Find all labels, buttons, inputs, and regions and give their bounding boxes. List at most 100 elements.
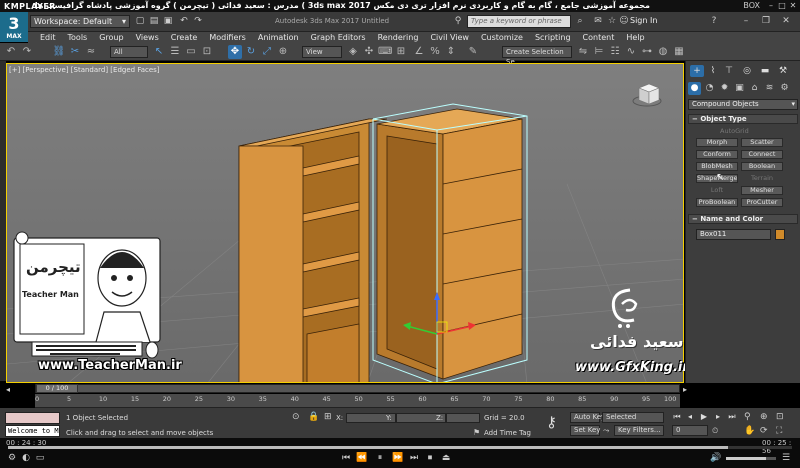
player-menu-icon[interactable]: ☰	[780, 452, 792, 464]
pivot-center-icon[interactable]: ◈	[346, 45, 360, 59]
workspace-selector[interactable]: Workspace: Default	[30, 15, 130, 28]
select-and-rotate-icon[interactable]: ↻	[244, 45, 258, 59]
boolean-button[interactable]: Boolean	[741, 162, 783, 171]
player-prev-icon[interactable]: ⏮	[340, 452, 352, 464]
time-slider-track[interactable]	[35, 384, 680, 393]
player-rewind-icon[interactable]: ⏪	[356, 452, 368, 464]
helpers-icon[interactable]: ⌂	[748, 82, 761, 95]
add-time-tag[interactable]: Add Time Tag	[484, 429, 531, 437]
player-eject-icon[interactable]: ⏏	[440, 452, 452, 464]
modify-tab-icon[interactable]: ⌇	[706, 65, 720, 77]
unlink-icon[interactable]: ✂	[68, 45, 82, 59]
maximize-icon[interactable]: □	[777, 1, 787, 11]
previous-frame-icon[interactable]: ◂	[685, 411, 695, 422]
menu-group[interactable]: Group	[99, 33, 123, 42]
morph-button[interactable]: Morph	[696, 138, 738, 147]
space-warps-icon[interactable]: ≋	[763, 82, 776, 95]
menu-customize[interactable]: Customize	[481, 33, 523, 42]
help-icon[interactable]: ?	[708, 15, 720, 27]
max-restore-icon[interactable]: ❐	[760, 15, 772, 27]
rectangular-selection-icon[interactable]: ▭	[184, 45, 198, 59]
display-tab-icon[interactable]: ▬	[758, 65, 772, 77]
player-next-icon[interactable]: ⏭	[408, 452, 420, 464]
edit-named-selection-icon[interactable]: ✎	[466, 45, 480, 59]
autogrid-checkbox[interactable]: AutoGrid	[720, 127, 749, 135]
conform-button[interactable]: Conform	[696, 150, 738, 159]
default-in-out-icon[interactable]: ⤳	[603, 426, 609, 436]
procutter-button[interactable]: ProCutter	[741, 198, 783, 207]
menu-create[interactable]: Create	[171, 33, 198, 42]
max-minimize-icon[interactable]: –	[740, 15, 752, 27]
blobmesh-button[interactable]: BlobMesh	[696, 162, 738, 171]
z-coordinate-field[interactable]	[446, 413, 480, 423]
set-key-icon[interactable]: ⚷	[546, 413, 557, 431]
key-filters-button[interactable]: Key Filters...	[614, 425, 664, 436]
scatter-button[interactable]: Scatter	[741, 138, 783, 147]
percent-snap-icon[interactable]: %	[428, 45, 442, 59]
snaps-toggle-icon[interactable]: ⊞	[394, 45, 408, 59]
object-name-field[interactable]: Box011	[696, 229, 771, 240]
motion-tab-icon[interactable]: ◎	[740, 65, 754, 77]
mirror-icon[interactable]: ⇋	[576, 45, 590, 59]
connect-button[interactable]: Connect	[741, 150, 783, 159]
save-file-icon[interactable]: ▣	[162, 15, 174, 27]
viewport-label[interactable]: [+] [Perspective] [Standard] [Edged Face…	[9, 66, 160, 74]
select-by-name-icon[interactable]: ☰	[168, 45, 182, 59]
name-and-color-rollout[interactable]: Name and Color	[688, 214, 798, 224]
reference-coordinate-dropdown[interactable]: View	[302, 46, 342, 58]
bind-space-warp-icon[interactable]: ≈	[84, 45, 98, 59]
object-color-swatch[interactable]	[775, 229, 785, 240]
orbit-icon[interactable]: ⟳	[760, 426, 768, 436]
auto-key-button[interactable]: Auto Key	[570, 412, 605, 423]
render-setup-icon[interactable]: ▦	[672, 45, 686, 59]
menu-views[interactable]: Views	[136, 33, 159, 42]
spinner-snap-icon[interactable]: ⇕	[444, 45, 458, 59]
current-frame-field[interactable]: 0	[672, 425, 708, 436]
material-editor-icon[interactable]: ◍	[656, 45, 670, 59]
menu-civil-view[interactable]: Civil View	[430, 33, 469, 42]
player-volume-icon[interactable]: 🔊	[710, 452, 722, 464]
maximize-viewport-icon[interactable]: ⛶	[776, 426, 782, 436]
player-3d-icon[interactable]: ◐	[20, 452, 32, 464]
minimize-icon[interactable]: –	[766, 1, 776, 11]
go-to-end-icon[interactable]: ⏭	[727, 411, 737, 422]
select-object-icon[interactable]: ↖	[152, 45, 166, 59]
mesher-button[interactable]: Mesher	[741, 186, 783, 195]
hierarchy-tab-icon[interactable]: ⊤	[722, 65, 736, 77]
player-forward-icon[interactable]: ⏩	[392, 452, 404, 464]
new-file-icon[interactable]: ▢	[134, 15, 146, 27]
player-vr-icon[interactable]: ▭	[34, 452, 46, 464]
angle-snap-icon[interactable]: ∠	[412, 45, 426, 59]
time-tag-icon[interactable]: ⚑	[473, 428, 480, 437]
shapes-icon[interactable]: ◔	[703, 82, 716, 95]
zoom-extents-icon[interactable]: ⊡	[776, 412, 784, 422]
redo-icon[interactable]: ↷	[20, 45, 34, 59]
layer-explorer-icon[interactable]: ☷	[608, 45, 622, 59]
go-to-start-icon[interactable]: ⏮	[672, 411, 682, 422]
sign-in-button[interactable]: Sign In	[630, 16, 657, 25]
menu-animation[interactable]: Animation	[258, 33, 299, 42]
user-icon[interactable]: ☺	[618, 15, 630, 27]
select-and-move-icon[interactable]: ✥	[228, 45, 242, 59]
max-close-icon[interactable]: ✕	[780, 15, 792, 27]
cameras-icon[interactable]: ▣	[733, 82, 746, 95]
maxscript-listener-field[interactable]	[5, 412, 60, 424]
select-manipulate-icon[interactable]: ✣	[362, 45, 376, 59]
zoom-all-icon[interactable]: ⊕	[760, 412, 768, 422]
next-frame-icon[interactable]: ▸	[713, 411, 723, 422]
isolate-icon[interactable]: ⊙	[292, 412, 300, 422]
schematic-view-icon[interactable]: ⊶	[640, 45, 654, 59]
menu-modifiers[interactable]: Modifiers	[209, 33, 246, 42]
menu-edit[interactable]: Edit	[40, 33, 56, 42]
terrain-button[interactable]: Terrain	[741, 174, 783, 183]
selection-filter-dropdown[interactable]: All	[110, 46, 148, 58]
zoom-icon[interactable]: ⚲	[744, 412, 751, 422]
menu-tools[interactable]: Tools	[68, 33, 88, 42]
star-icon[interactable]: ☆	[606, 15, 618, 27]
play-icon[interactable]: ▶	[699, 411, 709, 422]
open-file-icon[interactable]: ▤	[148, 15, 160, 27]
keyboard-shortcut-icon[interactable]: ⌨	[378, 45, 392, 59]
menu-graph-editors[interactable]: Graph Editors	[311, 33, 366, 42]
time-slider-left-icon[interactable]: ◂	[6, 385, 10, 394]
object-type-rollout[interactable]: Object Type	[688, 114, 798, 124]
